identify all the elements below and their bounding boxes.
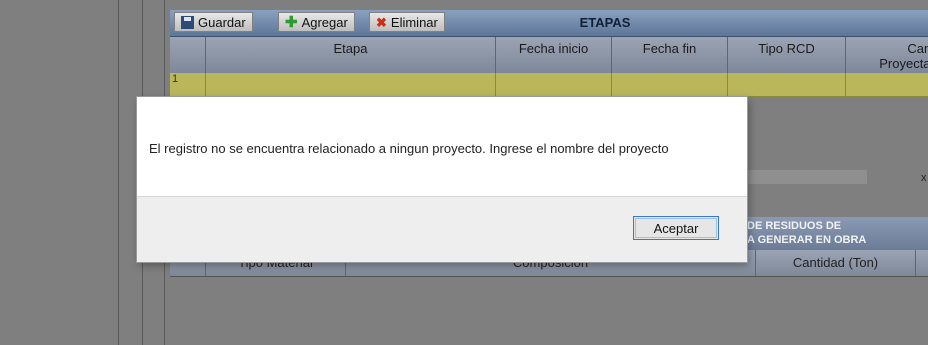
column-header-tipo-rcd[interactable]: Tipo RCD [728, 37, 846, 73]
cantidad-header-line1: Cantid [907, 41, 928, 56]
save-icon [181, 15, 194, 29]
dialog-footer: Aceptar [137, 196, 747, 262]
etapas-column-header: Etapa Fecha inicio Fecha fin Tipo RCD Ca… [170, 37, 928, 74]
left-gutter-line-1 [118, 0, 119, 345]
horizontal-scrollbar[interactable] [747, 170, 867, 184]
delete-button[interactable]: ✖ Eliminar [369, 12, 445, 32]
column-header-etapa[interactable]: Etapa [206, 37, 496, 73]
cell-etapa[interactable] [206, 73, 496, 96]
residuos-title-line2: A GENERAR EN OBRA [747, 234, 867, 246]
residuos-panel-title: DE RESIDUOS DE A GENERAR EN OBRA [745, 217, 928, 250]
etapas-title: ETAPAS [579, 15, 631, 30]
add-button-label: Agregar [301, 14, 348, 30]
cell-fecha-inicio[interactable] [496, 73, 612, 96]
residuos-title-line1: DE RESIDUOS DE [747, 220, 842, 232]
close-x-icon[interactable]: x [921, 172, 927, 184]
save-button-label: Guardar [198, 14, 246, 30]
column-header-cantidad-ton[interactable]: Cantidad (Ton) [756, 250, 916, 276]
accept-button[interactable]: Aceptar [633, 216, 719, 240]
plus-icon: ✚ [285, 13, 298, 31]
column-header-fecha-fin[interactable]: Fecha fin [612, 37, 728, 73]
etapas-toolbar: Guardar ✚ Agregar ✖ Eliminar ETAPAS [170, 10, 928, 37]
cell-tipo-rcd[interactable] [728, 73, 846, 96]
add-button[interactable]: ✚ Agregar [278, 12, 355, 32]
column-header-fecha-inicio[interactable]: Fecha inicio [496, 37, 612, 73]
delete-button-label: Eliminar [390, 14, 438, 30]
column-header-cantidad-proyectada[interactable]: Cantid Proyectada [846, 37, 928, 73]
dialog-message: El registro no se encuentra relacionado … [149, 141, 669, 156]
alert-dialog: El registro no se encuentra relacionado … [137, 97, 747, 262]
cantidad-header-line2: Proyectada [879, 56, 928, 71]
row-number-header [170, 37, 206, 73]
cell-fecha-fin[interactable] [612, 73, 728, 96]
delete-icon: ✖ [376, 14, 387, 30]
save-button[interactable]: Guardar [174, 12, 253, 32]
row-number: 1 [170, 73, 206, 96]
table-row[interactable]: 1 [170, 73, 928, 97]
